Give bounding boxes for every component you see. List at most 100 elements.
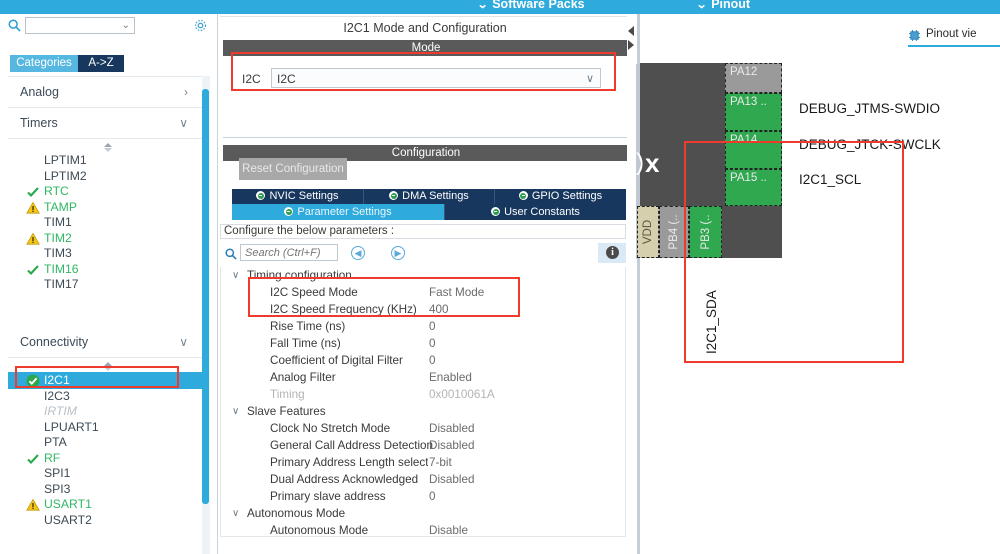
param-name: I2C Speed Mode — [270, 286, 358, 299]
sidebar-item-i2c1[interactable]: I2C1 — [8, 371, 210, 389]
menu-pinout-label: Pinout — [711, 0, 751, 11]
peripheral-label: SPI1 — [44, 466, 71, 480]
reset-configuration-button[interactable]: Reset Configuration — [239, 158, 347, 180]
tab-parameter-settings[interactable]: Parameter Settings — [232, 204, 445, 220]
menu-software-packs[interactable]: ⌄ Software Packs — [476, 0, 585, 12]
tab-gpio-settings-label: GPIO Settings — [531, 190, 603, 202]
list-item[interactable]: TIM2 — [8, 231, 210, 247]
param-name: General Call Address Detection — [270, 439, 434, 452]
collapse-left-icon[interactable] — [628, 26, 634, 36]
chevron-right-circle-icon[interactable]: ▶ — [391, 246, 405, 260]
pin-pa13[interactable]: PA13 .. — [725, 93, 782, 131]
list-item[interactable]: PTA — [8, 435, 210, 451]
config-tabs-row-1: NVIC Settings DMA Settings GPIO Settings — [232, 189, 626, 204]
tab-dma-settings[interactable]: DMA Settings — [364, 189, 495, 204]
param-group-label: Timing configuration — [247, 269, 352, 282]
list-item[interactable]: TIM16 — [8, 262, 210, 278]
net-label-i2c1-scl: I2C1_SCL — [799, 172, 862, 187]
list-item[interactable]: SPI1 — [8, 466, 210, 482]
i2c-mode-select[interactable]: I2C ∨ — [271, 68, 601, 88]
gear-icon[interactable] — [193, 18, 208, 33]
table-row[interactable]: Fall Time (ns) 0 — [221, 335, 625, 352]
sidebar-scrollbar-thumb[interactable] — [202, 89, 209, 504]
pin-pb4[interactable]: PB4 (.. — [659, 206, 689, 258]
sidebar-search-input[interactable]: ⌄ — [25, 17, 135, 34]
menu-pinout[interactable]: ⌄ Pinout — [695, 0, 751, 12]
tab-categories[interactable]: Categories — [10, 55, 78, 72]
peripheral-label: I2C1 — [44, 372, 70, 387]
param-group-autonomous-mode[interactable]: ∨ Autonomous Mode — [221, 505, 625, 522]
chevron-down-icon: ⌄ — [476, 0, 489, 11]
table-row[interactable]: Primary Address Length selectio. 7-bit — [221, 454, 625, 471]
peripheral-label: TIM16 — [44, 261, 79, 276]
table-row[interactable]: Primary slave address 0 — [221, 488, 625, 505]
list-item[interactable]: LPTIM2 — [8, 169, 210, 185]
check-icon — [26, 452, 40, 466]
tab-gpio-settings[interactable]: GPIO Settings — [495, 189, 626, 204]
chevron-down-icon: ⌄ — [695, 0, 708, 11]
tab-a-to-z[interactable]: A->Z — [78, 55, 124, 72]
scroll-spinner-mid[interactable] — [8, 358, 210, 372]
check-icon — [26, 185, 40, 199]
check-icon — [26, 263, 40, 277]
list-item[interactable]: SPI3 — [8, 482, 210, 498]
list-item[interactable]: LPTIM1 — [8, 153, 210, 169]
list-item[interactable]: TAMP — [8, 200, 210, 216]
pin-pa12[interactable]: PA12 — [725, 63, 782, 93]
parameter-search-row: ◀ ▶ i — [220, 243, 626, 265]
scroll-spinner-top[interactable] — [8, 139, 210, 153]
category-connectivity[interactable]: Connectivity ∨ — [8, 327, 210, 358]
table-row[interactable]: Autonomous Mode Disable — [221, 522, 625, 536]
param-group-timing-configuration[interactable]: ∨ Timing configuration — [221, 267, 625, 284]
list-item[interactable]: TIM3 — [8, 246, 210, 262]
param-name: Analog Filter — [270, 371, 336, 384]
tab-user-constants-label: User Constants — [504, 206, 580, 218]
warning-icon — [26, 201, 40, 215]
peripheral-label: LPTIM2 — [44, 168, 87, 183]
table-row[interactable]: Rise Time (ns) 0 — [221, 318, 625, 335]
pin-vdd[interactable]: VDD — [637, 206, 659, 258]
chevron-right-icon: › — [184, 85, 188, 99]
category-analog[interactable]: Analog › — [8, 77, 210, 108]
pin-label: PA14 .. — [730, 134, 767, 146]
list-item[interactable]: RF — [8, 451, 210, 467]
warning-icon — [26, 232, 40, 246]
list-item[interactable]: USART2 — [8, 513, 210, 529]
chip-icon — [908, 29, 921, 42]
pin-pa14[interactable]: PA14 .. — [725, 131, 782, 169]
param-group-slave-features[interactable]: ∨ Slave Features — [221, 403, 625, 420]
search-input[interactable] — [240, 244, 338, 261]
list-item[interactable]: RTC — [8, 184, 210, 200]
list-item[interactable]: TIM17 — [8, 277, 210, 293]
table-row[interactable]: Analog Filter Enabled — [221, 369, 625, 386]
list-item[interactable]: USART1 — [8, 497, 210, 513]
param-value: 0x0010061A — [429, 388, 495, 401]
table-row[interactable]: Dual Address Acknowledged Disabled — [221, 471, 625, 488]
table-row[interactable]: General Call Address Detection Disabled — [221, 437, 625, 454]
peripheral-label: RTC — [44, 184, 69, 198]
mode-section: I2C I2C ∨ — [223, 56, 629, 104]
pinout-view-tab[interactable]: Pinout vie — [908, 28, 977, 42]
tab-parameter-settings-label: Parameter Settings — [297, 206, 392, 218]
pin-pb3[interactable]: PB3 (.. — [689, 206, 722, 258]
category-analog-label: Analog — [20, 85, 59, 99]
chevron-left-circle-icon[interactable]: ◀ — [351, 246, 365, 260]
info-button[interactable]: i — [598, 243, 626, 263]
list-item[interactable]: TIM1 — [8, 215, 210, 231]
table-row[interactable]: Clock No Stretch Mode Disabled — [221, 420, 625, 437]
param-name: Rise Time (ns) — [270, 320, 346, 333]
param-name: Primary Address Length selectio. — [270, 456, 428, 469]
table-row[interactable]: Coefficient of Digital Filter 0 — [221, 352, 625, 369]
peripheral-label: I2C3 — [44, 388, 70, 403]
tab-user-constants[interactable]: User Constants — [445, 204, 626, 220]
table-row[interactable]: I2C Speed Mode Fast Mode — [221, 284, 625, 301]
table-row[interactable]: I2C Speed Frequency (KHz) 400 — [221, 301, 625, 318]
category-timers[interactable]: Timers ∨ — [8, 108, 210, 139]
list-item[interactable]: I2C3 — [8, 389, 210, 405]
timers-peripheral-list: LPTIM1 LPTIM2 RTC TAMP TIM1 TIM2 TIM3 TI… — [8, 153, 210, 293]
tab-nvic-settings[interactable]: NVIC Settings — [232, 189, 364, 204]
collapse-right-icon[interactable] — [628, 40, 634, 50]
list-item[interactable]: LPUART1 — [8, 420, 210, 436]
pin-pa15[interactable]: PA15 .. — [725, 169, 782, 206]
param-value: Enabled — [429, 371, 472, 384]
